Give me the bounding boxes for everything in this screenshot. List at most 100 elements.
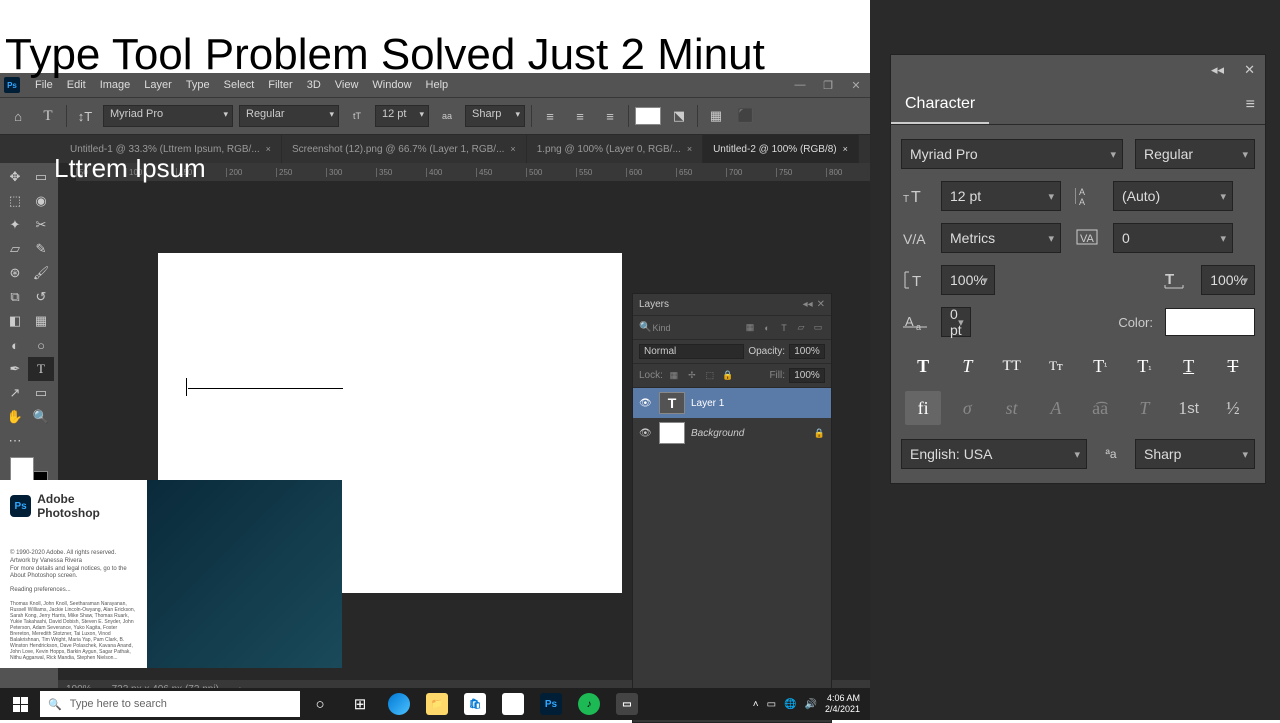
close-icon[interactable]: × bbox=[687, 144, 692, 154]
heal-tool[interactable]: ⊛ bbox=[2, 261, 28, 285]
swash-button[interactable]: A bbox=[1038, 391, 1074, 425]
maximize-button[interactable]: ❐ bbox=[818, 79, 838, 92]
move-tool[interactable]: ✥ bbox=[2, 165, 28, 189]
menu-window[interactable]: Window bbox=[365, 79, 418, 91]
layer-name[interactable]: Background bbox=[691, 428, 744, 439]
bold-button[interactable]: T bbox=[905, 351, 941, 381]
edit-toolbar[interactable]: ⋯ bbox=[2, 429, 28, 453]
blend-mode-select[interactable]: Normal bbox=[639, 344, 744, 359]
italic-button[interactable]: T bbox=[949, 351, 985, 381]
tray-network-icon[interactable]: 🌐 bbox=[784, 699, 796, 710]
tray-input-icon[interactable]: ▭ bbox=[767, 699, 776, 710]
path-tool[interactable]: ↗ bbox=[2, 381, 28, 405]
leading-select[interactable]: (Auto) bbox=[1113, 181, 1233, 211]
close-icon[interactable]: × bbox=[510, 144, 515, 154]
discretionary-button[interactable]: st bbox=[994, 391, 1030, 425]
pen-tool[interactable]: ✒ bbox=[2, 357, 28, 381]
align-right-icon[interactable]: ≡ bbox=[598, 104, 622, 128]
minimize-button[interactable]: — bbox=[790, 79, 810, 92]
underline-button[interactable]: T bbox=[1171, 351, 1207, 381]
tray-overflow-icon[interactable]: ˄ bbox=[753, 699, 759, 710]
gradient-tool[interactable]: ▦ bbox=[28, 309, 54, 333]
doc-tab-3[interactable]: 1.png @ 100% (Layer 0, RGB/...× bbox=[527, 135, 703, 163]
visibility-icon[interactable]: 👁 bbox=[639, 398, 653, 409]
menu-file[interactable]: File bbox=[28, 79, 60, 91]
lock-pos-icon[interactable]: ✢ bbox=[685, 369, 699, 383]
collapse-icon[interactable]: ◂◂ bbox=[803, 299, 813, 310]
doc-tab-4[interactable]: Untitled-2 @ 100% (RGB/8)× bbox=[703, 135, 859, 163]
close-icon[interactable]: ✕ bbox=[1244, 62, 1255, 78]
tray-clock[interactable]: 4:06 AM2/4/2021 bbox=[825, 693, 860, 715]
eraser-tool[interactable]: ◧ bbox=[2, 309, 28, 333]
close-button[interactable]: ✕ bbox=[846, 79, 866, 92]
color-swatch[interactable] bbox=[1165, 308, 1255, 336]
superscript-button[interactable]: T¹ bbox=[1082, 351, 1118, 381]
antialiasing-select[interactable]: Sharp bbox=[465, 105, 525, 127]
menu-filter[interactable]: Filter bbox=[261, 79, 299, 91]
type-tool[interactable]: T bbox=[28, 357, 54, 381]
artboard-tool[interactable]: ▭ bbox=[28, 165, 54, 189]
contextual-alt-button[interactable]: σ bbox=[949, 391, 985, 425]
warp-text-icon[interactable]: ⬔ bbox=[667, 104, 691, 128]
taskbar-store[interactable]: 🛍 bbox=[456, 690, 494, 718]
3d-icon[interactable]: ⬛ bbox=[734, 104, 758, 128]
hand-tool[interactable]: ✋ bbox=[2, 405, 28, 429]
lock-icon[interactable]: 🔒 bbox=[721, 369, 735, 383]
tracking-select[interactable]: 0 bbox=[1113, 223, 1233, 253]
layer-name[interactable]: Layer 1 bbox=[691, 398, 724, 409]
font-style-select[interactable]: Regular bbox=[1135, 139, 1255, 169]
menu-view[interactable]: View bbox=[328, 79, 366, 91]
home-icon[interactable]: ⌂ bbox=[6, 104, 30, 128]
fractions-button[interactable]: ½ bbox=[1215, 391, 1251, 425]
lock-all-icon[interactable]: ▦ bbox=[667, 369, 681, 383]
layer-item[interactable]: 👁 Background 🔒 bbox=[633, 418, 831, 448]
menu-layer[interactable]: Layer bbox=[137, 79, 179, 91]
crop-tool[interactable]: ✂ bbox=[28, 213, 54, 237]
marquee-tool[interactable]: ⬚ bbox=[2, 189, 28, 213]
close-icon[interactable]: ✕ bbox=[817, 299, 825, 310]
allcaps-button[interactable]: TT bbox=[994, 351, 1030, 381]
tray-volume-icon[interactable]: 🔊 bbox=[805, 699, 817, 710]
taskbar-photoshop[interactable]: Ps bbox=[532, 690, 570, 718]
character-tab[interactable]: Character bbox=[891, 85, 989, 124]
panels-icon[interactable]: ▦ bbox=[704, 104, 728, 128]
menu-type[interactable]: Type bbox=[179, 79, 217, 91]
close-icon[interactable]: × bbox=[266, 144, 271, 154]
filter-kind-icon[interactable]: 🔍 bbox=[639, 322, 651, 333]
panel-menu-icon[interactable]: ≡ bbox=[1236, 96, 1265, 114]
menu-image[interactable]: Image bbox=[93, 79, 138, 91]
kerning-select[interactable]: Metrics bbox=[941, 223, 1061, 253]
fill-input[interactable]: 100% bbox=[789, 368, 825, 383]
font-family-select[interactable]: Myriad Pro bbox=[103, 105, 233, 127]
text-color-swatch[interactable] bbox=[635, 107, 661, 125]
shape-tool[interactable]: ▭ bbox=[28, 381, 54, 405]
hscale-input[interactable]: 100% bbox=[1201, 265, 1255, 295]
align-center-icon[interactable]: ≡ bbox=[568, 104, 592, 128]
menu-select[interactable]: Select bbox=[217, 79, 262, 91]
eyedropper-tool[interactable]: ✎ bbox=[28, 237, 54, 261]
menu-3d[interactable]: 3D bbox=[300, 79, 328, 91]
doc-tab-2[interactable]: Screenshot (12).png @ 66.7% (Layer 1, RG… bbox=[282, 135, 527, 163]
subscript-button[interactable]: T₁ bbox=[1126, 351, 1162, 381]
dodge-tool[interactable]: ○ bbox=[28, 333, 54, 357]
filter-pixel-icon[interactable]: ▦ bbox=[743, 321, 757, 335]
taskbar-app2[interactable]: ▭ bbox=[608, 690, 646, 718]
font-size-select[interactable]: 12 pt bbox=[375, 105, 429, 127]
start-button[interactable] bbox=[0, 688, 40, 720]
lock-pixels-icon[interactable]: ⬚ bbox=[703, 369, 717, 383]
search-input[interactable]: 🔍 Type here to search bbox=[40, 691, 300, 717]
filter-adjust-icon[interactable]: ◐ bbox=[760, 321, 774, 335]
brush-tool[interactable]: 🖌 bbox=[28, 261, 54, 285]
taskview-icon[interactable]: ⊞ bbox=[340, 695, 380, 713]
cortana-icon[interactable]: ○ bbox=[300, 696, 340, 713]
menu-edit[interactable]: Edit bbox=[60, 79, 93, 91]
taskbar-spotify[interactable]: ♪ bbox=[570, 690, 608, 718]
wand-tool[interactable]: ✦ bbox=[2, 213, 28, 237]
smallcaps-button[interactable]: Tᴛ bbox=[1038, 351, 1074, 381]
ligatures-button[interactable]: fi bbox=[905, 391, 941, 425]
filter-smart-icon[interactable]: ▭ bbox=[811, 321, 825, 335]
collapse-icon[interactable]: ◂◂ bbox=[1211, 62, 1224, 78]
zoom-tool[interactable]: 🔍 bbox=[28, 405, 54, 429]
filter-shape-icon[interactable]: ▱ bbox=[794, 321, 808, 335]
blur-tool[interactable]: ◐ bbox=[2, 333, 28, 357]
